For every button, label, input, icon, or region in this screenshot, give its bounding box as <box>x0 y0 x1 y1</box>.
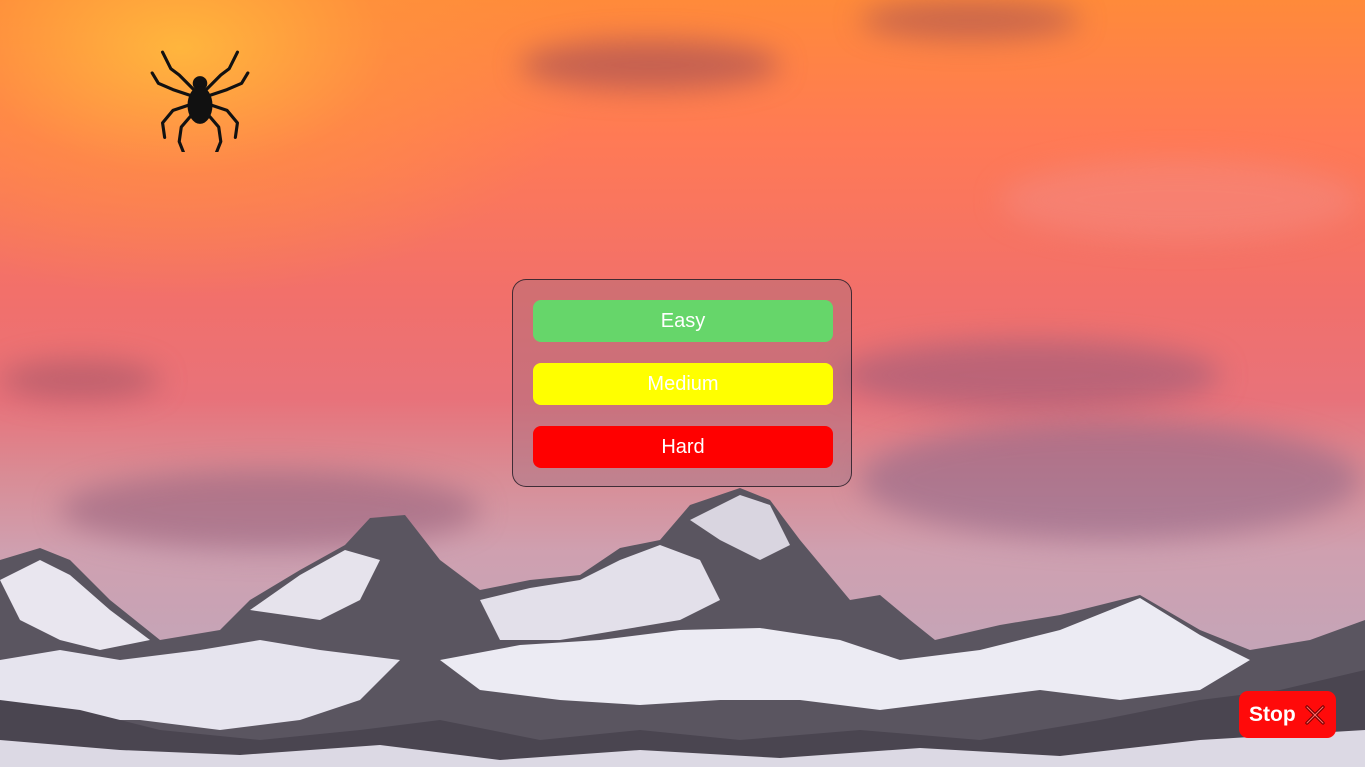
spider-icon[interactable] <box>148 48 252 152</box>
stop-button-label: Stop <box>1249 702 1296 726</box>
hard-button[interactable]: Hard <box>533 426 833 468</box>
easy-button[interactable]: Easy <box>533 300 833 342</box>
stop-button[interactable]: Stop <box>1239 691 1336 738</box>
medium-button[interactable]: Medium <box>533 363 833 405</box>
game-scene: Easy Medium Hard Stop <box>0 0 1365 767</box>
close-icon <box>1305 704 1325 725</box>
difficulty-menu: Easy Medium Hard <box>512 279 852 487</box>
